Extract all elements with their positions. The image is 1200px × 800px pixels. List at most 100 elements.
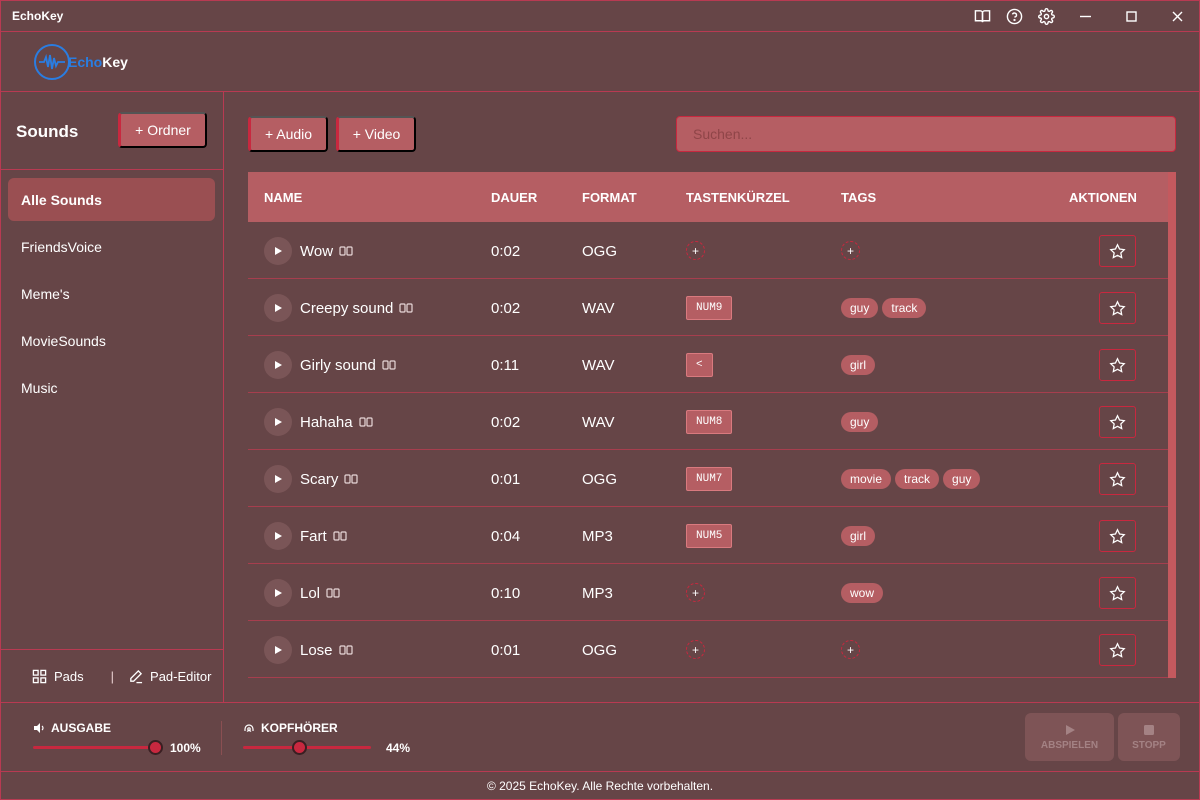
row-play-button[interactable] [264, 408, 292, 436]
add-hotkey-button[interactable]: + [686, 640, 705, 659]
favorite-button[interactable] [1099, 634, 1136, 666]
tag-badge[interactable]: girl [841, 355, 876, 375]
play-icon [275, 247, 282, 255]
sidebar-item-moviesounds[interactable]: MovieSounds [8, 319, 215, 362]
tag-badge[interactable]: wow [841, 583, 884, 603]
row-play-button[interactable] [264, 351, 292, 379]
favorite-button[interactable] [1099, 349, 1136, 381]
sidebar-item-friendsvoice[interactable]: FriendsVoice [8, 225, 215, 268]
column-header-actions: AKTIONEN [1069, 190, 1137, 205]
row-play-button[interactable] [264, 294, 292, 322]
tag-badge[interactable]: guy [841, 412, 879, 432]
rename-icon[interactable] [399, 302, 414, 316]
table-row[interactable]: Fart 0:04 MP3 NUM5 girl [248, 507, 1168, 564]
tag-badge[interactable]: track [895, 469, 940, 489]
rename-icon[interactable] [333, 530, 347, 544]
add-hotkey-button[interactable]: + [686, 583, 705, 602]
row-play-button[interactable] [264, 465, 292, 493]
sidebar-item-music[interactable]: Music [8, 366, 215, 409]
tag-badge[interactable]: guy [841, 298, 879, 318]
tag-badge[interactable]: track [882, 298, 927, 318]
headphones-label-text: KOPFHÖRER [261, 721, 338, 735]
table-row[interactable]: Scary 0:01 OGG NUM7 movie track guy [248, 450, 1168, 507]
column-header-hotkey[interactable]: TASTENKÜRZEL [686, 190, 790, 205]
headphones-volume-thumb[interactable] [292, 740, 308, 755]
table-row[interactable]: Lol 0:10 MP3 + wow [248, 564, 1168, 621]
favorite-button[interactable] [1099, 463, 1136, 495]
add-hotkey-button[interactable]: + [686, 241, 705, 260]
column-header-tags[interactable]: TAGS [841, 190, 876, 205]
book-icon[interactable] [972, 6, 992, 26]
sound-duration: 0:04 [491, 528, 521, 545]
play-icon [275, 646, 282, 654]
row-play-button[interactable] [264, 237, 292, 265]
hotkey-badge[interactable]: NUM8 [686, 410, 733, 434]
pad-editor-label: Pad-Editor [150, 668, 212, 684]
sidebar-item-memes[interactable]: Meme's [8, 272, 215, 315]
favorite-button[interactable] [1099, 520, 1136, 552]
table-row[interactable]: Hahaha 0:02 WAV NUM8 guy [248, 393, 1168, 450]
favorite-button[interactable] [1099, 292, 1136, 324]
tag-badge[interactable]: girl [841, 526, 876, 546]
sidebar: Sounds + Ordner Alle Sounds FriendsVoice… [0, 92, 224, 702]
rename-icon[interactable] [326, 587, 340, 601]
audio-divider [221, 721, 222, 755]
sound-duration: 0:01 [491, 471, 521, 488]
rename-icon[interactable] [339, 245, 353, 259]
hotkey-badge[interactable]: NUM9 [686, 296, 733, 320]
footer-separator: | [110, 668, 115, 684]
minimize-icon[interactable] [1062, 0, 1108, 32]
settings-icon[interactable] [1036, 6, 1056, 26]
table-row[interactable]: Creepy sound 0:02 WAV NUM9 guy track [248, 279, 1168, 336]
sound-format: MP3 [582, 528, 613, 545]
hotkey-cell: NUM7 [686, 467, 733, 491]
maximize-icon[interactable] [1108, 0, 1154, 32]
rename-icon[interactable] [382, 359, 396, 373]
play-icon [275, 361, 282, 369]
table-row[interactable]: Wow 0:02 OGG + + [248, 222, 1168, 279]
table-scrollbar[interactable] [1168, 172, 1176, 678]
sounds-table: NAME DAUER FORMAT TASTENKÜRZEL TAGS AKTI… [248, 172, 1176, 680]
rename-icon[interactable] [358, 416, 373, 430]
column-header-format[interactable]: FORMAT [582, 190, 637, 205]
hotkey-badge[interactable]: < [686, 353, 713, 377]
add-video-button[interactable]: + Video [336, 116, 416, 152]
pad-editor-link[interactable]: Pad-Editor [128, 669, 211, 684]
sound-name: Scary [300, 471, 358, 488]
add-folder-button[interactable]: + Ordner [118, 112, 207, 148]
stop-button[interactable]: STOPP [1118, 713, 1180, 761]
play-button[interactable]: ABSPIELEN [1025, 713, 1114, 761]
hotkey-badge[interactable]: NUM5 [686, 524, 733, 548]
row-play-button[interactable] [264, 636, 292, 664]
play-icon [1065, 724, 1075, 735]
favorite-button[interactable] [1099, 235, 1136, 267]
rename-icon[interactable] [338, 644, 353, 658]
tag-badge[interactable]: movie [841, 469, 892, 489]
column-header-duration[interactable]: DAUER [491, 190, 537, 205]
table-row[interactable]: Lose 0:01 OGG + + [248, 621, 1168, 678]
hotkey-cell: < [686, 353, 713, 377]
search-input[interactable] [676, 116, 1176, 152]
output-volume-thumb[interactable] [148, 740, 163, 755]
play-label: ABSPIELEN [1040, 739, 1099, 751]
add-tag-button[interactable]: + [841, 640, 860, 659]
add-audio-button[interactable]: + Audio [248, 116, 328, 152]
close-icon[interactable] [1154, 0, 1200, 32]
row-play-button[interactable] [264, 579, 292, 607]
sound-duration: 0:02 [491, 243, 521, 260]
table-row[interactable]: Girly sound 0:11 WAV < girl [248, 336, 1168, 393]
favorite-button[interactable] [1099, 577, 1136, 609]
hotkey-cell: NUM8 [686, 410, 733, 434]
row-play-button[interactable] [264, 522, 292, 550]
tag-badge[interactable]: guy [943, 469, 981, 489]
hotkey-badge[interactable]: NUM7 [686, 467, 733, 491]
help-icon[interactable] [1004, 6, 1024, 26]
favorite-button[interactable] [1099, 406, 1136, 438]
logo-text-echo: Echo [68, 54, 103, 70]
output-volume-slider[interactable] [33, 746, 155, 749]
sidebar-item-alle-sounds[interactable]: Alle Sounds [8, 178, 215, 221]
add-tag-button[interactable]: + [841, 241, 860, 260]
column-header-name[interactable]: NAME [264, 190, 302, 205]
pads-link[interactable]: Pads [32, 669, 84, 684]
rename-icon[interactable] [344, 473, 358, 487]
